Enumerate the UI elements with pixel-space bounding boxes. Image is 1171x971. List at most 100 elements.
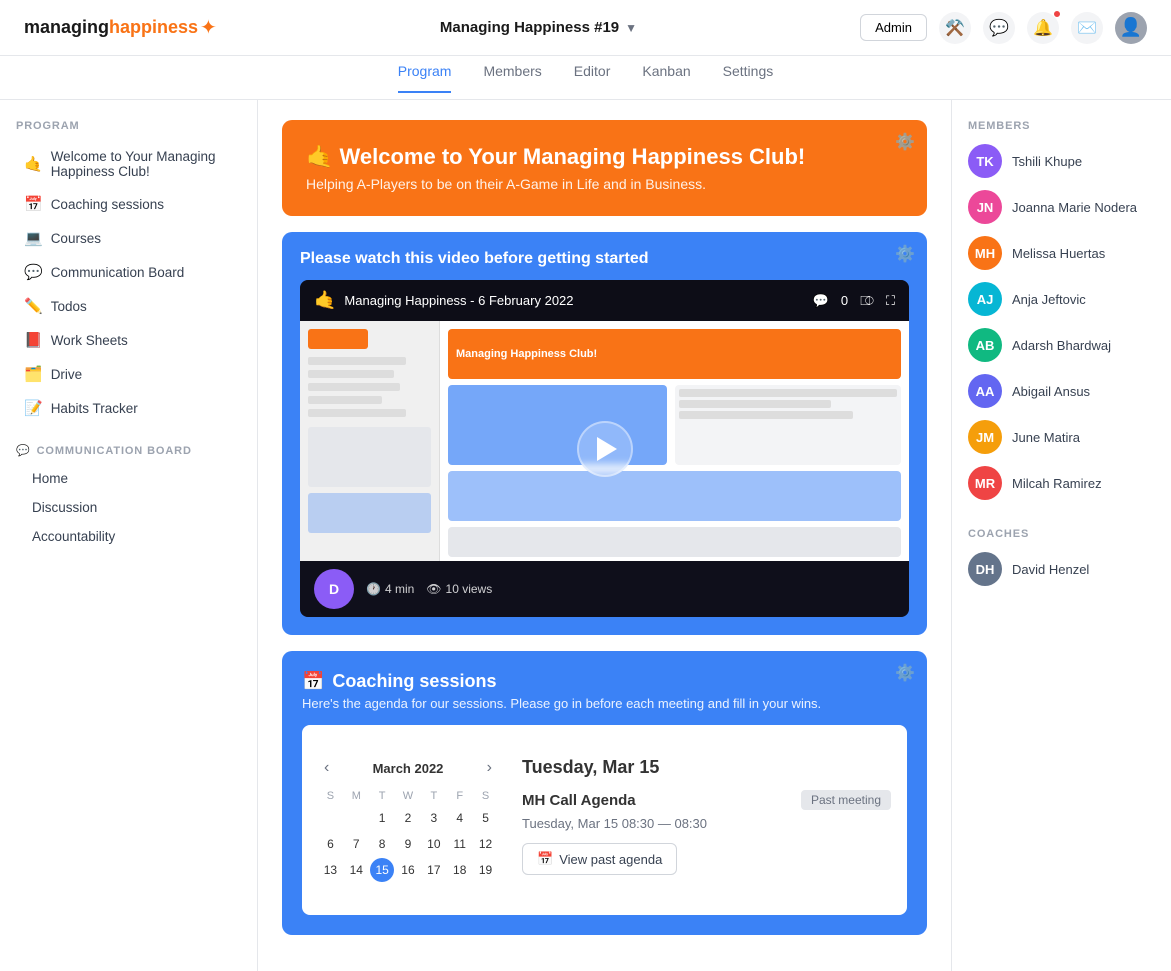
notification-icon-button[interactable]: 🔔 [1027,12,1059,44]
video-container: 🤙 Managing Happiness - 6 February 2022 💬… [300,280,909,617]
video-duration: 🕐 4 min [366,582,414,596]
view-agenda-button[interactable]: 📅 View past agenda [522,843,677,875]
mail-icon-button[interactable]: ✉️ [1071,12,1103,44]
meeting-row: MH Call Agenda Past meeting [522,790,891,810]
member-name-joanna: Joanna Marie Nodera [1012,200,1137,215]
program-section-title: PROGRAM [16,120,241,132]
cal-day-13[interactable]: 13 [318,858,342,882]
tools-icon-button[interactable]: ⚒️ [939,12,971,44]
sidebar-item-worksheets[interactable]: 📕 Work Sheets [16,324,241,356]
play-button-circle[interactable] [577,421,633,477]
chevron-down-icon: ▼ [625,21,637,35]
tab-program[interactable]: Program [398,63,452,93]
tab-kanban[interactable]: Kanban [642,63,690,93]
cal-day-10[interactable]: 10 [422,832,446,856]
program-title[interactable]: Managing Happiness #19 ▼ [440,19,637,36]
welcome-card-subtitle: Helping A-Players to be on their A-Game … [306,176,903,192]
coaching-card-subtitle: Here's the agenda for our sessions. Plea… [302,696,907,711]
cal-day-4[interactable]: 4 [448,806,472,830]
sidebar-welcome-label: Welcome to Your Managing Happiness Club! [51,149,233,179]
sidebar-item-drive[interactable]: 🗂️ Drive [16,358,241,390]
chat-icon-button[interactable]: 💬 [983,12,1015,44]
cal-day-7[interactable]: 7 [344,832,368,856]
member-adarsh: AB Adarsh Bhardwaj [968,328,1155,362]
sidebar-item-communication[interactable]: 💬 Communication Board [16,256,241,288]
cal-day-1[interactable]: 1 [370,806,394,830]
sidebar-item-todos[interactable]: ✏️ Todos [16,290,241,322]
sidebar-item-habits[interactable]: 📝 Habits Tracker [16,392,241,424]
play-icon [597,437,617,461]
program-title-text: Managing Happiness #19 [440,19,619,36]
welcome-card-title: 🤙 Welcome to Your Managing Happiness Clu… [306,144,903,170]
cal-prev-button[interactable]: ‹ [318,757,335,779]
cal-day-11[interactable]: 11 [448,832,472,856]
video-topbar-right: 💬 0 ⎄ ⛶ [813,293,895,309]
cal-day-8[interactable]: 8 [370,832,394,856]
comment-count: 0 [841,293,848,308]
coaches-section: COACHES DH David Henzel [968,528,1155,586]
cal-day-9[interactable]: 9 [396,832,420,856]
courses-emoji: 💻 [24,229,43,247]
sidebar-sub-accountability[interactable]: Accountability [16,523,241,550]
video-card: ⚙️ Please watch this video before gettin… [282,232,927,635]
cal-day-17[interactable]: 17 [422,858,446,882]
cal-next-button[interactable]: › [481,757,498,779]
cal-day-2[interactable]: 2 [396,806,420,830]
member-joanna: JN Joanna Marie Nodera [968,190,1155,224]
video-views: 👁 10 views [426,582,492,596]
cal-header-s2: S [473,787,498,805]
admin-button[interactable]: Admin [860,14,927,41]
right-sidebar: MEMBERS TK Tshili Khupe JN Joanna Marie … [951,100,1171,971]
sidebar-sub-home[interactable]: Home [16,465,241,492]
coach-name-david: David Henzel [1012,562,1089,577]
sidebar-sub-discussion[interactable]: Discussion [16,494,241,521]
coach-avatar-david: DH [968,552,1002,586]
sidebar-coaching-label: Coaching sessions [51,197,164,212]
sidebar-item-courses[interactable]: 💻 Courses [16,222,241,254]
tab-members[interactable]: Members [483,63,541,93]
sidebar-item-welcome[interactable]: 🤙 Welcome to Your Managing Happiness Clu… [16,142,241,186]
user-avatar[interactable]: 👤 [1115,12,1147,44]
cal-day-empty [344,806,368,830]
comm-board-emoji-icon: 💬 [16,444,31,457]
cal-day-18[interactable]: 18 [448,858,472,882]
comm-board-title: 💬 COMMUNICATION BOARD [16,444,241,457]
member-avatar-tshili: TK [968,144,1002,178]
video-gear-icon[interactable]: ⚙️ [895,244,915,264]
communication-emoji: 💬 [24,263,43,281]
expand-icon[interactable]: ⛶ [886,293,895,309]
member-tshili: TK Tshili Khupe [968,144,1155,178]
member-name-tshili: Tshili Khupe [1012,154,1082,169]
clock-icon: 🕐 [366,582,381,596]
cal-day-12[interactable]: 12 [474,832,498,856]
member-name-abigail: Abigail Ansus [1012,384,1090,399]
past-meeting-badge: Past meeting [801,790,891,810]
drive-emoji: 🗂️ [24,365,43,383]
main-tabs: Program Members Editor Kanban Settings [0,56,1171,100]
welcome-gear-icon[interactable]: ⚙️ [895,132,915,152]
coaching-card-title: 📅 Coaching sessions [302,671,907,692]
meeting-name: MH Call Agenda [522,792,636,809]
sidebar-communication-label: Communication Board [51,265,185,280]
member-name-milcah: Milcah Ramirez [1012,476,1102,491]
coaching-card: ⚙️ 📅 Coaching sessions Here's the agenda… [282,651,927,935]
cal-day-19[interactable]: 19 [474,858,498,882]
sidebar-item-coaching[interactable]: 📅 Coaching sessions [16,188,241,220]
cal-day-16[interactable]: 16 [396,858,420,882]
tab-settings[interactable]: Settings [723,63,774,93]
share-icon[interactable]: ⎄ [860,293,874,309]
cal-day-6[interactable]: 6 [318,832,342,856]
video-title-text: Managing Happiness - 6 February 2022 [344,293,573,308]
member-anja: AJ Anja Jeftovic [968,282,1155,316]
calendar-section: ‹ March 2022 › S M T W T F S [318,741,891,899]
cal-day-15-today[interactable]: 15 [370,858,394,882]
cal-day-3[interactable]: 3 [422,806,446,830]
cal-day-5[interactable]: 5 [474,806,498,830]
coaching-gear-icon[interactable]: ⚙️ [895,663,915,683]
topnav: managinghappiness ✦ Managing Happiness #… [0,0,1171,56]
cal-header-t1: T [370,787,395,805]
tab-editor[interactable]: Editor [574,63,611,93]
cal-day-14[interactable]: 14 [344,858,368,882]
welcome-card-emoji: 🤙 [306,144,333,169]
coach-david: DH David Henzel [968,552,1155,586]
